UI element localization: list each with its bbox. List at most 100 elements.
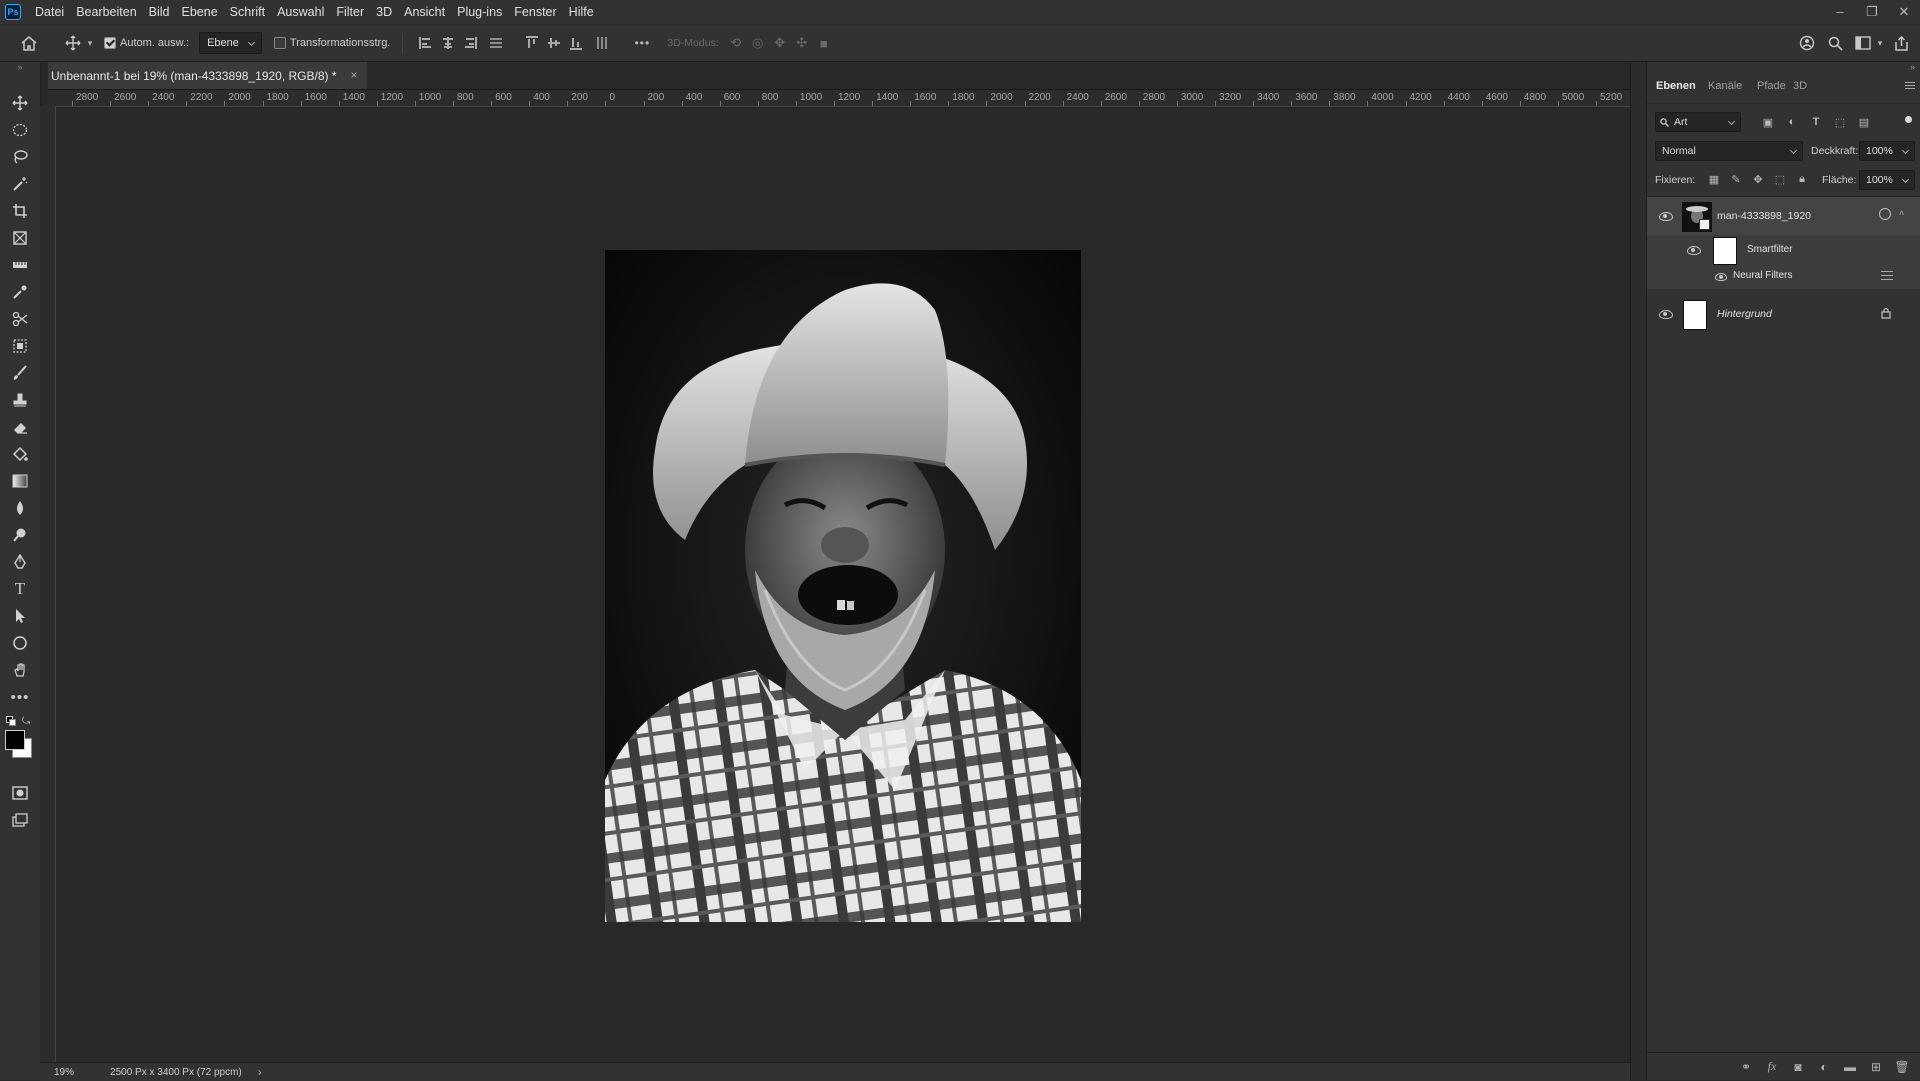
- checkbox-icon[interactable]: [273, 37, 286, 49]
- align-middle-icon[interactable]: [543, 32, 565, 54]
- tab-ebenen[interactable]: Ebenen: [1656, 80, 1696, 92]
- menu-fenster[interactable]: Fenster: [508, 0, 562, 24]
- pen-tool-icon[interactable]: [7, 551, 33, 573]
- paint-bucket-tool-icon[interactable]: [7, 443, 33, 465]
- lasso-tool-icon[interactable]: [7, 146, 33, 168]
- close-tab-button[interactable]: ×: [351, 68, 358, 82]
- chevron-down-icon[interactable]: ▾: [84, 32, 96, 54]
- layer-name[interactable]: man-4333898_1920: [1717, 210, 1811, 222]
- lock-artboard-icon[interactable]: ⬚: [1771, 171, 1789, 187]
- blur-tool-icon[interactable]: [7, 497, 33, 519]
- type-tool-icon[interactable]: T: [7, 578, 33, 600]
- distribute-icon[interactable]: [485, 32, 507, 54]
- crop-tool-icon[interactable]: [7, 200, 33, 222]
- menu-3d[interactable]: 3D: [370, 0, 398, 24]
- blend-mode-dropdown[interactable]: Normal: [1655, 141, 1803, 161]
- default-colors-icon[interactable]: [6, 716, 16, 726]
- lock-pixels-icon[interactable]: ✎: [1727, 171, 1745, 187]
- status-info-arrow-icon[interactable]: ›: [258, 1065, 262, 1079]
- layer-row-smart-object[interactable]: man-4333898_1920 ˄: [1647, 197, 1920, 235]
- foreground-color-swatch[interactable]: [5, 730, 25, 750]
- visibility-eye-icon[interactable]: [1659, 310, 1673, 319]
- quick-mask-icon[interactable]: [7, 782, 33, 804]
- checkbox-icon[interactable]: [104, 37, 116, 49]
- new-adjustment-layer-icon[interactable]: ◐: [1813, 1060, 1835, 1074]
- add-mask-icon[interactable]: ◙: [1787, 1060, 1809, 1074]
- align-left-icon[interactable]: [415, 32, 437, 54]
- lock-transparency-icon[interactable]: ▦: [1705, 171, 1723, 187]
- new-layer-icon[interactable]: ⊞: [1865, 1060, 1887, 1074]
- search-icon[interactable]: [1824, 32, 1846, 54]
- filter-adjustment-icon[interactable]: ◐: [1783, 114, 1801, 130]
- learn-icon[interactable]: [1796, 32, 1818, 54]
- marquee-tool-icon[interactable]: [7, 119, 33, 141]
- menu-auswahl[interactable]: Auswahl: [271, 0, 330, 24]
- align-bottom-icon[interactable]: [565, 32, 587, 54]
- chevron-down-icon[interactable]: ▾: [1874, 32, 1886, 54]
- document-image[interactable]: [605, 250, 1081, 922]
- menu-filter[interactable]: Filter: [330, 0, 370, 24]
- lock-all-icon[interactable]: 🔒︎: [1793, 171, 1811, 187]
- new-group-icon[interactable]: ▬: [1839, 1060, 1861, 1074]
- align-center-icon[interactable]: [437, 32, 459, 54]
- visibility-eye-icon[interactable]: [1687, 246, 1701, 255]
- workspace-icon[interactable]: [1852, 32, 1874, 54]
- document-tab[interactable]: Unbenannt-1 bei 19% (man-4333898_1920, R…: [48, 62, 367, 89]
- filter-pixel-icon[interactable]: ▣: [1759, 114, 1777, 130]
- smart-filter-indicator-icon[interactable]: [1879, 208, 1891, 220]
- menu-ebene[interactable]: Ebene: [176, 0, 224, 24]
- object-selection-tool-icon[interactable]: [7, 335, 33, 357]
- menu-schrift[interactable]: Schrift: [224, 0, 271, 24]
- clone-stamp-tool-icon[interactable]: [7, 389, 33, 411]
- link-layers-icon[interactable]: ⚭: [1735, 1060, 1757, 1074]
- menu-bild[interactable]: Bild: [143, 0, 176, 24]
- menu-datei[interactable]: Datei: [29, 0, 70, 24]
- more-options-button[interactable]: •••: [627, 32, 657, 54]
- delete-layer-icon[interactable]: 🗑︎: [1891, 1060, 1913, 1074]
- menu-bearbeiten[interactable]: Bearbeiten: [70, 0, 142, 24]
- add-layer-style-icon[interactable]: fx: [1761, 1059, 1783, 1074]
- tab-pfade[interactable]: Pfade: [1757, 80, 1786, 92]
- close-window-button[interactable]: ✕: [1888, 0, 1920, 24]
- auto-select-checkbox[interactable]: Autom. ausw.:: [104, 37, 189, 49]
- ruler-tool-icon[interactable]: [7, 254, 33, 276]
- collapse-effects-icon[interactable]: ˄: [1899, 208, 1904, 218]
- filter-shape-icon[interactable]: ⬚: [1831, 114, 1849, 130]
- align-right-icon[interactable]: [459, 32, 481, 54]
- layer-row-smartfilter[interactable]: Smartfilter: [1647, 235, 1920, 265]
- filter-name[interactable]: Neural Filters: [1733, 270, 1792, 281]
- magic-wand-tool-icon[interactable]: [7, 173, 33, 195]
- filter-toggle-icon[interactable]: [1905, 116, 1912, 123]
- panel-menu-icon[interactable]: [1905, 82, 1915, 89]
- distribute-vertical-icon[interactable]: [591, 32, 613, 54]
- menu-hilfe[interactable]: Hilfe: [563, 0, 600, 24]
- frame-tool-icon[interactable]: [7, 227, 33, 249]
- lock-position-icon[interactable]: ✥: [1749, 171, 1767, 187]
- move-tool-preset-icon[interactable]: [62, 32, 84, 54]
- transform-controls-checkbox[interactable]: Transformationsstrg.: [273, 37, 390, 49]
- auto-select-target-dropdown[interactable]: Ebene: [199, 32, 262, 54]
- align-top-icon[interactable]: [521, 32, 543, 54]
- layer-name[interactable]: Hintergrund: [1717, 308, 1772, 320]
- path-selection-tool-icon[interactable]: [7, 605, 33, 627]
- ellipse-tool-icon[interactable]: [7, 632, 33, 654]
- eraser-tool-icon[interactable]: [7, 416, 33, 438]
- eyedropper-tool-icon[interactable]: [7, 281, 33, 303]
- gradient-tool-icon[interactable]: [7, 470, 33, 492]
- brush-tool-icon[interactable]: [7, 362, 33, 384]
- filter-type-icon[interactable]: T: [1807, 114, 1825, 130]
- dodge-tool-icon[interactable]: [7, 524, 33, 546]
- share-icon[interactable]: [1890, 32, 1912, 54]
- tab-3d[interactable]: 3D: [1793, 80, 1807, 92]
- tab-kanaele[interactable]: Kanäle: [1708, 80, 1742, 92]
- fill-field[interactable]: 100%: [1859, 170, 1915, 190]
- collapse-toolbar-icon[interactable]: »: [7, 62, 33, 72]
- opacity-field[interactable]: 100%: [1859, 141, 1915, 161]
- more-tools-icon[interactable]: •••: [7, 686, 33, 708]
- screen-mode-icon[interactable]: [7, 809, 33, 831]
- menu-plugins[interactable]: Plug-ins: [451, 0, 508, 24]
- restore-button[interactable]: ❐: [1856, 0, 1888, 24]
- healing-brush-tool-icon[interactable]: [7, 308, 33, 330]
- hand-tool-icon[interactable]: [7, 659, 33, 681]
- minimize-button[interactable]: –: [1824, 0, 1856, 24]
